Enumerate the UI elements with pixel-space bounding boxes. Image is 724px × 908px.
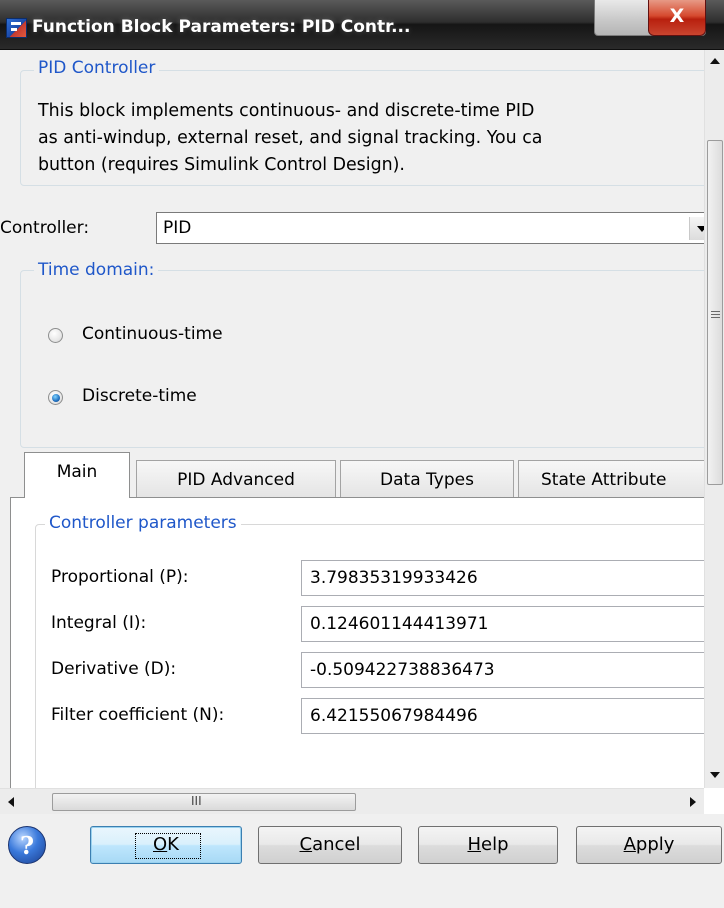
derivative-label: Derivative (D): [51, 659, 177, 679]
discrete-time-radio[interactable] [48, 390, 63, 405]
window-title: Function Block Parameters: PID Contr... [32, 17, 411, 37]
scroll-up-arrow-icon[interactable] [710, 58, 720, 64]
description-line: This block implements continuous- and di… [38, 101, 535, 121]
integral-input[interactable]: 0.124601144413971 [301, 606, 704, 642]
derivative-input[interactable]: -0.509422738836473 [301, 652, 704, 688]
horizontal-scrollbar[interactable]: III [0, 788, 704, 814]
scroll-down-arrow-icon[interactable] [710, 772, 720, 778]
block-description: This block implements continuous- and di… [38, 98, 704, 179]
tab-pid-advanced[interactable]: PID Advanced [136, 460, 336, 498]
dialog-content: PID Controller This block implements con… [0, 50, 704, 788]
vertical-scroll-thumb[interactable] [707, 140, 723, 485]
radio-selected-dot [52, 394, 60, 402]
help-mnemonic: H [467, 834, 482, 855]
tab-main[interactable]: Main [24, 452, 130, 498]
help-label-rest: elp [481, 834, 509, 855]
cancel-button[interactable]: Cancel [258, 826, 402, 864]
controller-label: Controller: [0, 218, 90, 238]
horizontal-scroll-thumb[interactable]: III [52, 793, 356, 811]
help-question-icon[interactable]: ? [8, 826, 46, 864]
apply-mnemonic: A [623, 834, 636, 855]
description-line: button (requires Simulink Control Design… [38, 155, 405, 175]
filter-coefficient-input[interactable]: 6.42155067984496 [301, 698, 704, 734]
cancel-label-rest: ancel [312, 834, 361, 855]
scroll-left-arrow-icon[interactable] [8, 797, 14, 807]
scroll-right-arrow-icon[interactable] [690, 797, 696, 807]
time-domain-group [20, 270, 704, 448]
vertical-scrollbar[interactable] [704, 50, 724, 788]
simulink-block-icon [6, 18, 27, 38]
close-button[interactable]: X [648, 0, 706, 36]
apply-label-rest: pply [635, 834, 675, 855]
controller-parameters-legend: Controller parameters [45, 513, 241, 533]
discrete-time-label[interactable]: Discrete-time [82, 386, 197, 406]
button-bar: ? OK Cancel Help Apply [0, 814, 724, 908]
scroll-grip: III [191, 794, 202, 808]
filter-coefficient-label: Filter coefficient (N): [51, 705, 225, 725]
continuous-time-radio[interactable] [48, 328, 63, 343]
title-bar[interactable]: Function Block Parameters: PID Contr... … [0, 0, 724, 50]
controller-select[interactable]: PID [156, 212, 704, 244]
proportional-input[interactable]: 3.79835319933426 [301, 560, 704, 596]
controller-value: PID [163, 218, 192, 238]
help-button[interactable]: Help [418, 826, 558, 864]
proportional-label: Proportional (P): [51, 567, 189, 587]
block-name-legend: PID Controller [34, 58, 160, 78]
time-domain-legend: Time domain: [34, 260, 159, 280]
tab-data-types[interactable]: Data Types [340, 460, 514, 498]
description-line: as anti-windup, external reset, and sign… [38, 128, 543, 148]
tab-state-attributes[interactable]: State Attribute [518, 460, 704, 498]
ok-button[interactable]: OK [90, 826, 242, 864]
tab-panel-main: Controller parameters Proportional (P): … [10, 497, 704, 788]
cancel-mnemonic: C [299, 834, 313, 855]
continuous-time-label[interactable]: Continuous-time [82, 324, 223, 344]
apply-button[interactable]: Apply [576, 826, 722, 864]
dropdown-arrow-icon[interactable] [689, 217, 704, 240]
integral-label: Integral (I): [51, 613, 147, 633]
